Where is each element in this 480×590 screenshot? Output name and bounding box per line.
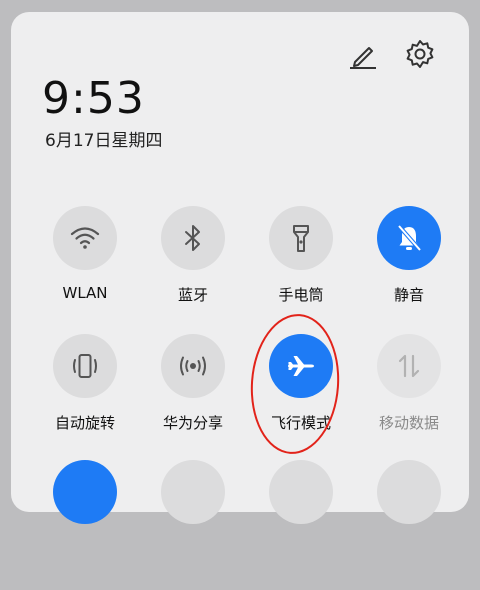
row3-toggle-1[interactable] [53, 460, 117, 524]
tile-label: 自动旋转 [54, 414, 115, 432]
huawei-share-toggle[interactable] [161, 334, 225, 398]
tile-label: WLAN [62, 284, 108, 302]
tile-label: 静音 [393, 286, 424, 304]
bell-muted-icon [397, 224, 422, 252]
tile-airplane-mode[interactable]: 飞行模式 [246, 334, 356, 464]
quick-settings-panel: 9:53 6月17日星期四 WLAN 蓝牙 手电筒 静音 自动旋转 华为分享 飞… [11, 12, 469, 524]
row3-toggle-4[interactable] [377, 460, 441, 524]
airplane-icon [288, 356, 314, 376]
pencil-icon[interactable] [346, 38, 378, 70]
bluetooth-icon [185, 225, 200, 251]
auto-rotate-toggle[interactable] [53, 334, 117, 398]
tile-label: 移动数据 [378, 414, 439, 432]
tile-auto-rotate[interactable]: 自动旋转 [30, 334, 140, 464]
tile-label: 蓝牙 [177, 286, 208, 304]
bluetooth-toggle[interactable] [161, 206, 225, 270]
wifi-icon [70, 227, 100, 249]
gear-icon[interactable] [404, 38, 436, 70]
tile-label: 手电筒 [278, 286, 324, 304]
tile-huawei-share[interactable]: 华为分享 [138, 334, 248, 464]
tile-mute[interactable]: 静音 [354, 206, 464, 336]
tile-mobile-data[interactable]: 移动数据 [354, 334, 464, 464]
row3-toggle-2[interactable] [161, 460, 225, 524]
huawei-share-icon [180, 356, 206, 376]
airplane-mode-toggle[interactable] [269, 334, 333, 398]
mobile-data-toggle[interactable] [377, 334, 441, 398]
mute-toggle[interactable] [377, 206, 441, 270]
auto-rotate-icon [73, 354, 97, 378]
row3-toggle-3[interactable] [269, 460, 333, 524]
tile-label: 华为分享 [162, 414, 223, 432]
wlan-toggle[interactable] [53, 206, 117, 270]
tile-bluetooth[interactable]: 蓝牙 [138, 206, 248, 336]
tile-flashlight[interactable]: 手电筒 [246, 206, 356, 336]
tile-wlan[interactable]: WLAN [30, 206, 140, 336]
flashlight-icon [293, 225, 309, 252]
clock-time: 9:53 [42, 73, 145, 124]
flashlight-toggle[interactable] [269, 206, 333, 270]
mobile-data-icon [398, 354, 420, 378]
date-text: 6月17日星期四 [45, 131, 163, 151]
tile-label: 飞行模式 [270, 414, 331, 432]
